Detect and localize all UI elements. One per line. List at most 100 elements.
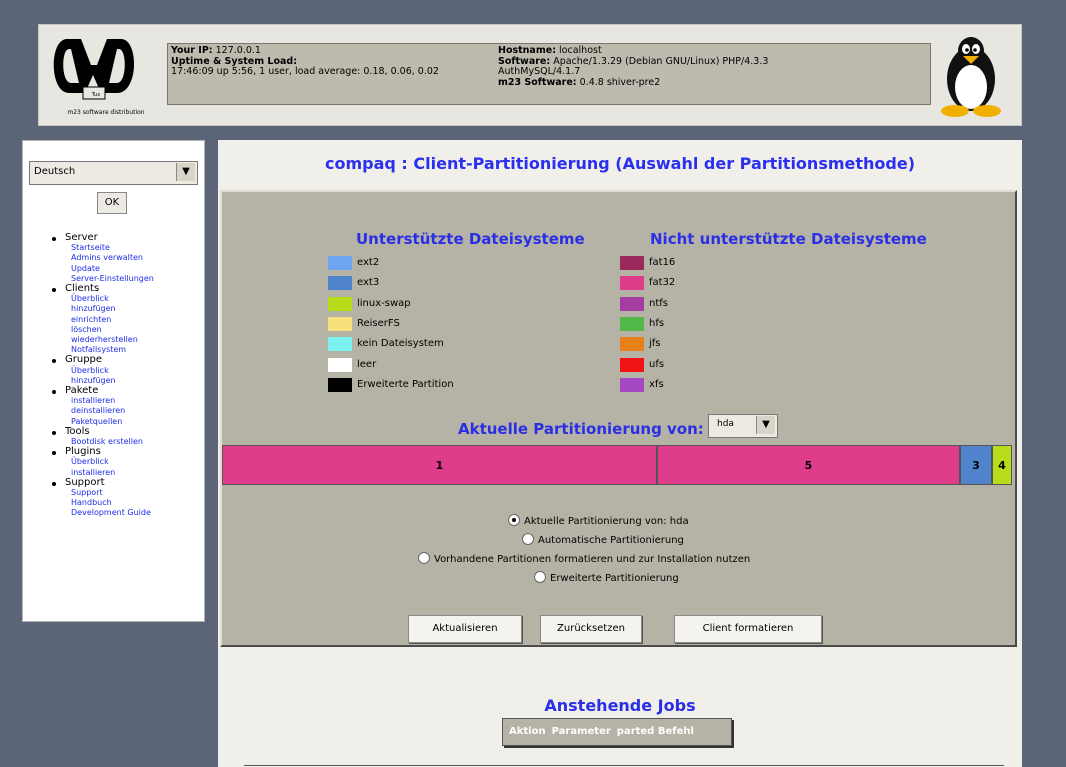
sidebar-group-pakete[interactable]: Pakete <box>51 385 201 396</box>
legend-label: kein Dateisystem <box>357 338 444 350</box>
logo-badge: Tux <box>91 92 101 98</box>
color-swatch <box>620 256 644 270</box>
radio-button-icon[interactable] <box>418 552 430 564</box>
legend-label: ntfs <box>649 297 668 309</box>
partition-method-radio[interactable]: Automatische Partitionierung <box>522 533 684 546</box>
color-swatch <box>328 276 352 291</box>
jobs-column-header: parted Befehl <box>616 726 694 737</box>
legend-label: hfs <box>649 317 665 329</box>
sidebar-group-gruppe[interactable]: Gruppe <box>51 355 201 365</box>
disk-value: hda <box>717 419 734 429</box>
header-panel: Tux m23 software distribution Your IP: 1… <box>38 24 1022 126</box>
sidebar-link[interactable]: Update <box>51 264 201 274</box>
sidebar-group-plugins[interactable]: Plugins <box>51 447 201 457</box>
sidebar-link[interactable]: installieren <box>51 396 201 406</box>
current-partitioning-label: Aktuelle Partitionierung von: <box>458 420 704 438</box>
radio-label: Vorhandene Partitionen formatieren und z… <box>434 554 751 565</box>
software-label: Software: <box>498 55 551 67</box>
sidebar-link[interactable]: Startseite <box>51 243 201 253</box>
color-swatch <box>620 377 644 392</box>
sidebar-link[interactable]: hinzufügen <box>51 304 201 314</box>
navigation-menu: Server Startseite Admins verwalten Update Se… <box>51 232 201 519</box>
radio-button-icon[interactable] <box>534 571 546 583</box>
sidebar-link[interactable]: Überblick <box>51 366 201 376</box>
sidebar-group-support[interactable]: Support <box>51 477 201 488</box>
legend-label: leer <box>357 358 377 370</box>
divider <box>244 765 1004 766</box>
sidebar-link[interactable]: Support <box>51 488 201 498</box>
m23-version-label: m23 Software: <box>498 76 577 88</box>
partition-segment[interactable]: 5 <box>657 445 960 485</box>
color-swatch <box>328 316 352 331</box>
color-swatch <box>328 357 352 372</box>
color-swatch <box>620 337 644 352</box>
sidebar-link[interactable]: Überblick <box>51 294 201 304</box>
system-info-box: Your IP: 127.0.0.1 Uptime & System Load:… <box>167 43 931 105</box>
color-swatch <box>328 337 352 352</box>
supported-fs-heading: Unterstützte Dateisysteme <box>356 230 585 248</box>
sidebar-group-clients[interactable]: Clients <box>51 283 201 294</box>
uptime-label: Uptime & System Load: <box>171 55 298 67</box>
jobs-column-header: Aktion <box>509 726 546 737</box>
hostname-label: Hostname: <box>498 45 556 56</box>
language-select[interactable]: Deutsch ▼ <box>29 161 198 185</box>
unsupported-fs-heading: Nicht unterstützte Dateisysteme <box>650 230 927 248</box>
page-title: compaq : Client-Partitionierung (Auswahl… <box>324 154 916 173</box>
dropdown-arrow-icon[interactable]: ▼ <box>756 416 775 434</box>
radio-button-icon[interactable] <box>522 533 534 545</box>
radio-label: Automatische Partitionierung <box>538 535 684 546</box>
ip-label: Your IP: <box>171 45 213 56</box>
sidebar-link[interactable]: Admins verwalten <box>51 253 201 263</box>
legend-label: fat16 <box>649 257 676 268</box>
legend-label: fat32 <box>649 277 676 289</box>
legend-label: ufs <box>649 358 665 370</box>
format-client-button[interactable]: Client formatieren <box>674 615 822 643</box>
radio-button-icon[interactable] <box>508 514 520 526</box>
legend-label: jfs <box>649 338 661 350</box>
reset-button[interactable]: Zurücksetzen <box>540 615 642 643</box>
language-value: Deutsch <box>34 166 76 177</box>
sidebar-group-tools[interactable]: Tools <box>51 426 201 437</box>
ok-button[interactable]: OK <box>97 192 127 214</box>
color-swatch <box>328 256 352 270</box>
partition-segment[interactable]: 1 <box>222 445 657 485</box>
partition-panel: Unterstützte Dateisysteme Nicht unterstü… <box>220 190 1017 647</box>
disk-select[interactable]: hda ▼ <box>708 414 778 438</box>
legend-label: Erweiterte Partition <box>357 378 454 390</box>
color-swatch <box>620 296 644 311</box>
partition-segment[interactable]: 4 <box>992 445 1012 485</box>
sidebar-link[interactable]: Handbuch <box>51 498 201 508</box>
partition-bar: 1534 <box>222 445 1012 485</box>
sidebar-link[interactable]: Überblick <box>51 457 201 467</box>
sidebar-group-server[interactable]: Server <box>51 232 201 243</box>
sidebar-link[interactable]: löschen <box>51 325 201 335</box>
jobs-column-header: Parameter <box>551 726 611 737</box>
radio-label: Aktuelle Partitionierung von: hda <box>524 516 689 527</box>
hostname-value: localhost <box>559 45 602 56</box>
dropdown-arrow-icon[interactable]: ▼ <box>176 163 195 181</box>
legend-label: linux-swap <box>357 297 411 309</box>
pending-jobs-title: Anstehende Jobs <box>544 696 696 715</box>
m23-logo: Tux m23 software distribution <box>47 31 165 121</box>
sidebar-link[interactable]: wiederherstellen <box>51 335 201 345</box>
refresh-button[interactable]: Aktualisieren <box>408 615 522 643</box>
sidebar-link[interactable]: einrichten <box>51 315 201 325</box>
main-content: compaq : Client-Partitionierung (Auswahl… <box>218 140 1022 767</box>
color-swatch <box>328 296 352 311</box>
radio-label: Erweiterte Partitionierung <box>550 573 679 584</box>
partition-method-radio[interactable]: Aktuelle Partitionierung von: hda <box>508 514 689 527</box>
sidebar-link[interactable]: deinstallieren <box>51 406 201 416</box>
ip-value: 127.0.0.1 <box>215 45 261 56</box>
legend-label: xfs <box>649 378 664 390</box>
partition-method-radio[interactable]: Erweiterte Partitionierung <box>534 571 679 584</box>
logo-caption: m23 software distribution <box>67 109 145 116</box>
partition-segment[interactable]: 3 <box>960 445 992 485</box>
jobs-table-header: Aktion Parameter parted Befehl <box>502 718 732 746</box>
legend-label: ext3 <box>357 277 380 289</box>
legend-label: ext2 <box>357 257 380 268</box>
partition-method-radio[interactable]: Vorhandene Partitionen formatieren und z… <box>418 552 750 565</box>
sidebar-link[interactable]: Development Guide <box>51 508 201 518</box>
m23-version-value: 0.4.8 shiver-pre2 <box>579 76 661 88</box>
tux-penguin-icon <box>935 35 1007 117</box>
legend-label: ReiserFS <box>357 317 400 329</box>
